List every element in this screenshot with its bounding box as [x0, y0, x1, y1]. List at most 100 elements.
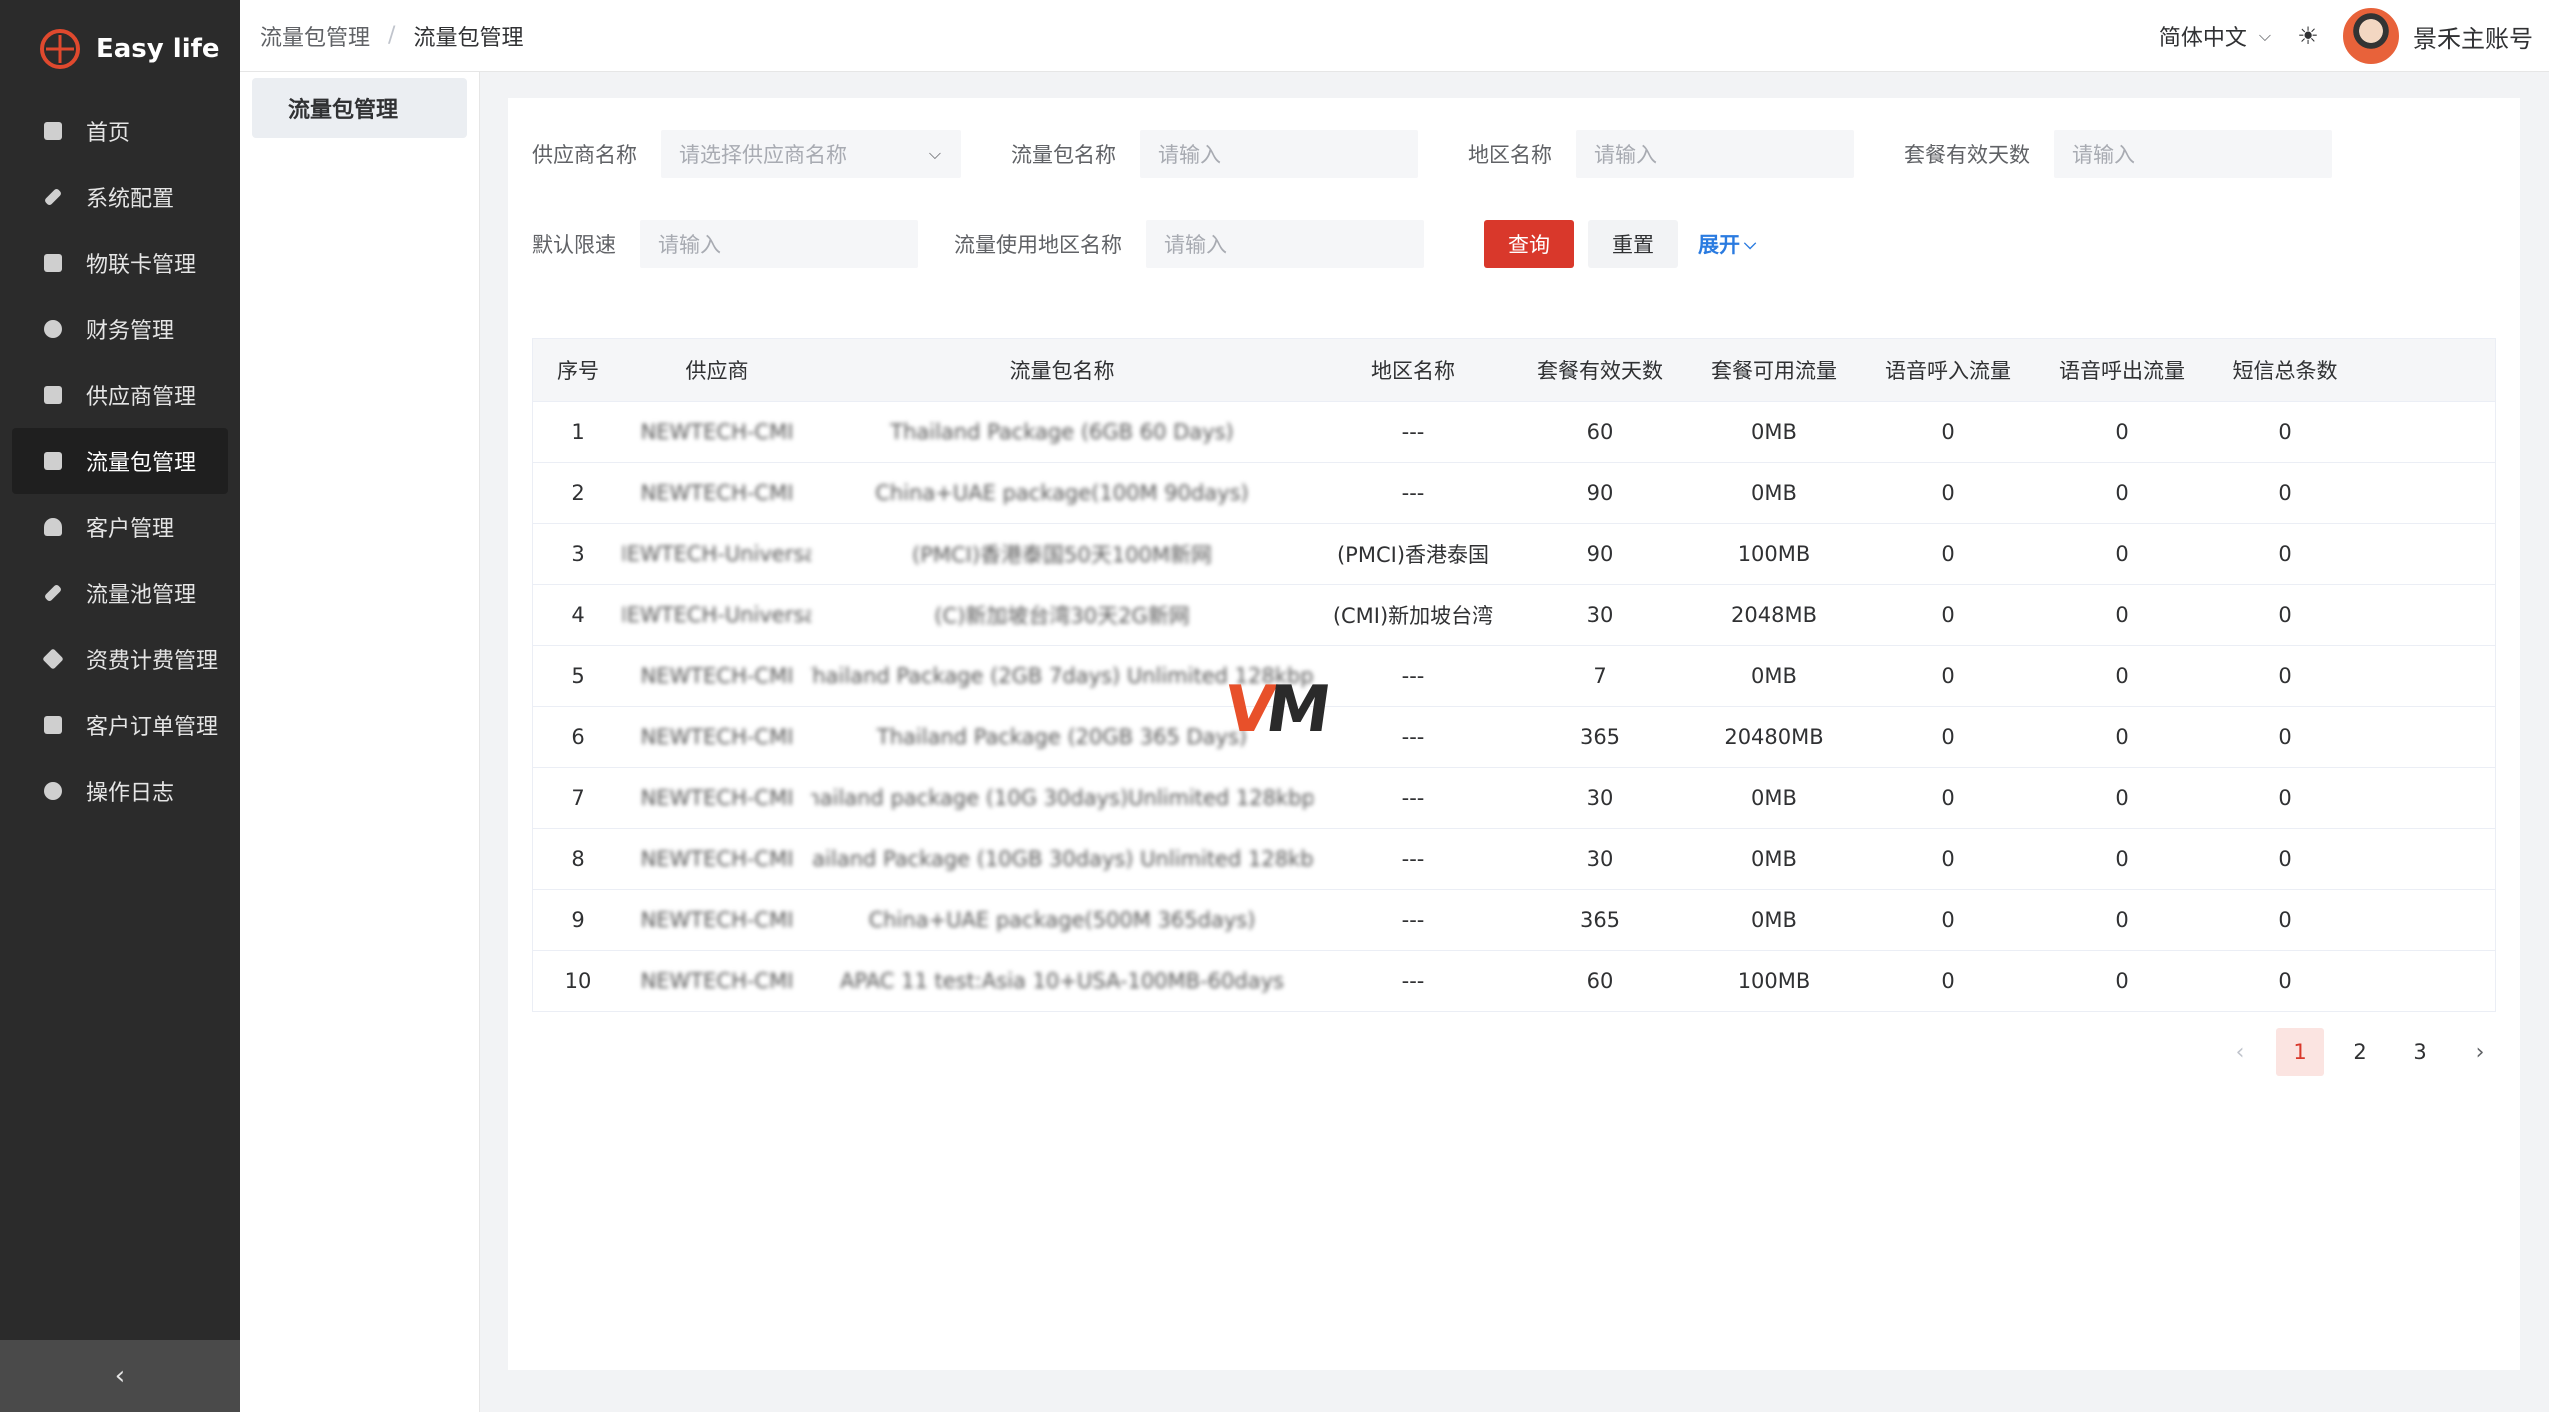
query-button[interactable]: 查询	[1484, 220, 1574, 268]
table-cell: 0	[2115, 969, 2129, 993]
chevron-down-icon: ⌵	[2258, 26, 2271, 45]
language-label: 简体中文	[2158, 26, 2247, 51]
valid-days-input[interactable]: 请输入	[2054, 130, 2332, 178]
supplier-select[interactable]: 请选择供应商名称 ⌵	[661, 130, 961, 178]
table-cell: (C)新加坡台湾30天2G新网	[934, 604, 1190, 628]
default-speed-input[interactable]: 请输入	[640, 220, 918, 268]
region-name-input[interactable]: 请输入	[1576, 130, 1854, 178]
table-cell: 0MB	[1751, 664, 1797, 688]
table-row[interactable]: 10 NEWTECH-CMI APAC 11 test:Asia 10+USA-10…	[533, 950, 2495, 1011]
page-button[interactable]: 2	[2336, 1028, 2384, 1076]
table-row[interactable]: 7 NEWTECH-CMI thailand package (10G 30days…	[533, 767, 2495, 828]
page-button[interactable]: 1	[2276, 1028, 2324, 1076]
table-cell: ---	[1401, 420, 1425, 444]
table-cell: 0	[2115, 542, 2129, 566]
language-selector[interactable]: 简体中文 ⌵	[2159, 20, 2271, 52]
table-cell: ---	[1401, 969, 1425, 993]
table-cell: ---	[1401, 664, 1425, 688]
table-row[interactable]: 3 NEWTECH-Universal (PMCI)香港泰国50天100M新网 (PM…	[533, 523, 2495, 584]
sidebar-item[interactable]: 财务管理	[12, 296, 228, 362]
column-header: 序号	[557, 359, 599, 383]
sidebar-item[interactable]: 供应商管理	[12, 362, 228, 428]
table-row[interactable]: 8 NEWTECH-CMI Thailand Package (10GB 30day…	[533, 828, 2495, 889]
chevron-down-icon: ⌵	[1744, 234, 1757, 253]
table-cell: NEWTECH-Universal	[623, 542, 811, 566]
table-cell: 0	[2278, 542, 2292, 566]
table-row[interactable]: 5 NEWTECH-CMI Thailand Package (2GB 7days)…	[533, 645, 2495, 706]
sidebar-item-label: 财务管理	[86, 319, 175, 344]
table-cell: 30	[1586, 786, 1614, 810]
gear-icon	[44, 782, 62, 800]
sidebar-item-label: 首页	[86, 121, 131, 146]
table-cell: 0	[2278, 481, 2292, 505]
table-row[interactable]: 4 NEWTECH-Universal (C)新加坡台湾30天2G新网 (CMI)新加…	[533, 584, 2495, 645]
table-cell: 365	[1579, 725, 1621, 749]
table-cell: (PMCI)香港泰国	[1336, 543, 1490, 567]
table-cell: ---	[1401, 725, 1425, 749]
sidebar-item[interactable]: 客户订单管理	[12, 692, 228, 758]
breadcrumb-item[interactable]: 流量包管理	[260, 20, 370, 52]
sidebar-item-label: 流量池管理	[86, 583, 197, 608]
usage-region-input[interactable]: 请输入	[1146, 220, 1424, 268]
table-cell: 0	[2278, 847, 2292, 871]
sidebar-item[interactable]: 流量包管理	[12, 428, 228, 494]
sidebar-item[interactable]: 资费计费管理	[12, 626, 228, 692]
column-header: 套餐有效天数	[1537, 359, 1663, 383]
table-cell: ---	[1401, 847, 1425, 871]
column-header: 供应商	[685, 359, 749, 383]
sidebar-item-label: 供应商管理	[86, 385, 197, 410]
sidebar: Easy life 首页系统配置 物联卡管理财务管理供应商管理流量包管理 客户管理流…	[0, 0, 240, 1412]
table-cell: 0MB	[1751, 786, 1797, 810]
column-header: 短信总条数	[2232, 359, 2338, 383]
table-cell: 90	[1586, 542, 1614, 566]
table-cell: 0	[2115, 908, 2129, 932]
next-page-button[interactable]: ›	[2456, 1028, 2504, 1076]
table-cell: 0	[1941, 847, 1955, 871]
table-cell: 7	[571, 786, 585, 810]
sidebar-item-label: 操作日志	[86, 781, 175, 806]
chart-icon	[44, 254, 62, 272]
sidebar-item[interactable]: 操作日志	[12, 758, 228, 824]
wrench-icon	[43, 187, 63, 207]
table-cell: 0MB	[1751, 847, 1797, 871]
reset-button[interactable]: 重置	[1588, 220, 1678, 268]
sidebar-item[interactable]: 首页	[12, 98, 228, 164]
submenu-item-package-management[interactable]: 流量包管理	[252, 78, 467, 138]
table-cell: 365	[1579, 908, 1621, 932]
table-cell: 0	[1941, 969, 1955, 993]
table-cell: 0	[2278, 786, 2292, 810]
supplier-label: 供应商名称	[532, 143, 637, 167]
table-row[interactable]: 6 NEWTECH-CMI Thailand Package (20GB 365 D…	[533, 706, 2495, 767]
sidebar-item[interactable]: 客户管理	[12, 494, 228, 560]
table-cell: 0	[1941, 725, 1955, 749]
table-body: 1 NEWTECH-CMI Thailand Package (6GB 60 Day…	[533, 401, 2495, 1011]
gear-icon	[44, 320, 62, 338]
table-cell: 20480MB	[1724, 725, 1824, 749]
table-cell: 0MB	[1751, 908, 1797, 932]
table-row[interactable]: 1 NEWTECH-CMI Thailand Package (6GB 60 Day…	[533, 401, 2495, 462]
table-cell: 100MB	[1737, 542, 1811, 566]
sidebar-item[interactable]: 物联卡管理	[12, 230, 228, 296]
table-cell: 0	[1941, 603, 1955, 627]
pagination: ‹ 1 2 3 ›	[2204, 1028, 2504, 1076]
table-row[interactable]: 9 NEWTECH-CMI China+UAE package(500M 365da…	[533, 889, 2495, 950]
username[interactable]: 景禾主账号	[2413, 19, 2533, 54]
avatar[interactable]	[2343, 8, 2399, 64]
sun-icon[interactable]: ☀	[2297, 22, 2319, 50]
page-button[interactable]: 3	[2396, 1028, 2444, 1076]
sidebar-item[interactable]: 系统配置	[12, 164, 228, 230]
breadcrumb-current: 流量包管理	[413, 25, 524, 51]
table-cell: 0	[1941, 786, 1955, 810]
sidebar-item[interactable]: 流量池管理	[12, 560, 228, 626]
table-cell: 0MB	[1751, 481, 1797, 505]
app-logo[interactable]: Easy life	[0, 0, 240, 98]
table-row[interactable]: 2 NEWTECH-CMI China+UAE package(100M 90day…	[533, 462, 2495, 523]
prev-page-button[interactable]: ‹	[2216, 1028, 2264, 1076]
table-cell: 0	[2278, 603, 2292, 627]
usage-region-label: 流量使用地区名称	[954, 233, 1122, 257]
table-cell: NEWTECH-CMI	[640, 847, 794, 871]
package-name-input[interactable]: 请输入	[1140, 130, 1418, 178]
breadcrumb-separator: /	[388, 23, 396, 48]
expand-button[interactable]: 展开 ⌵	[1692, 220, 1762, 268]
sidebar-collapse-button[interactable]: ‹	[0, 1340, 240, 1412]
